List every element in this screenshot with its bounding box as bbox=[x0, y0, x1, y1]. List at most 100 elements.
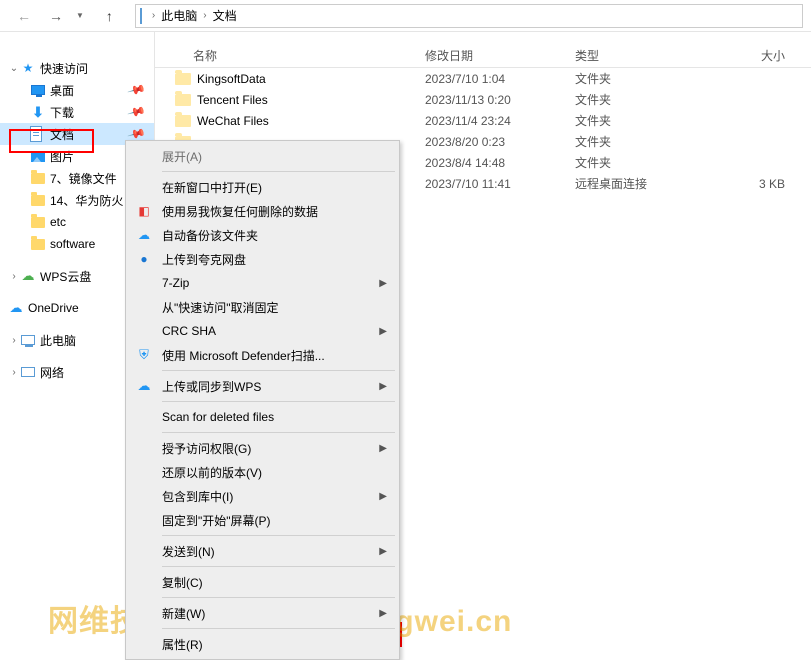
pin-icon: 📌 bbox=[127, 80, 147, 100]
file-row[interactable]: KingsoftData 2023/7/10 1:04文件夹 bbox=[155, 68, 811, 89]
sidebar-item-label: WPS云盘 bbox=[40, 268, 91, 285]
folder-icon bbox=[175, 94, 191, 106]
address-bar[interactable]: › 此电脑 › 文档 bbox=[135, 4, 803, 28]
file-type: 文件夹 bbox=[575, 70, 725, 87]
column-date[interactable]: 修改日期 bbox=[425, 47, 575, 64]
shield-icon: ⛨ bbox=[136, 347, 152, 363]
file-type: 文件夹 bbox=[575, 133, 725, 150]
wps-cloud-icon: ☁ bbox=[136, 378, 152, 394]
sidebar-item-label: 14、华为防火 bbox=[50, 192, 123, 209]
ctx-7zip[interactable]: 7-Zip ▶ bbox=[128, 271, 397, 295]
sidebar-desktop[interactable]: 桌面 📌 bbox=[0, 79, 154, 101]
ctx-auto-backup[interactable]: ☁ 自动备份该文件夹 bbox=[128, 223, 397, 247]
sidebar-item-label: 图片 bbox=[50, 148, 74, 165]
file-row[interactable]: Tencent Files 2023/11/13 0:20文件夹 bbox=[155, 89, 811, 110]
file-type: 文件夹 bbox=[575, 112, 725, 129]
expand-icon[interactable]: › bbox=[8, 335, 20, 346]
file-type: 文件夹 bbox=[575, 154, 725, 171]
separator bbox=[162, 401, 395, 402]
ctx-copy[interactable]: 复制(C) bbox=[128, 570, 397, 594]
quick-access-label: 快速访问 bbox=[40, 60, 88, 77]
separator bbox=[162, 370, 395, 371]
chevron-right-icon: ▶ bbox=[379, 278, 387, 289]
sidebar-item-label: 此电脑 bbox=[40, 332, 76, 349]
pictures-icon bbox=[30, 148, 46, 164]
ctx-easy-recovery[interactable]: ◧ 使用易我恢复任何删除的数据 bbox=[128, 199, 397, 223]
file-date: 2023/11/13 0:20 bbox=[425, 93, 575, 107]
collapse-icon[interactable]: ⌄ bbox=[8, 63, 20, 74]
network-icon bbox=[20, 364, 36, 380]
file-date: 2023/11/4 23:24 bbox=[425, 114, 575, 128]
quick-access[interactable]: ⌄ ★ 快速访问 bbox=[0, 57, 154, 79]
ctx-scan-deleted[interactable]: Scan for deleted files bbox=[128, 405, 397, 429]
ctx-pin-start[interactable]: 固定到"开始"屏幕(P) bbox=[128, 508, 397, 532]
ctx-open-new-window[interactable]: 在新窗口中打开(E) bbox=[128, 175, 397, 199]
ctx-upload-kuake[interactable]: ● 上传到夸克网盘 bbox=[128, 247, 397, 271]
file-date: 2023/7/10 11:41 bbox=[425, 177, 575, 191]
ctx-crc-sha[interactable]: CRC SHA ▶ bbox=[128, 319, 397, 343]
column-name[interactable]: 名称 bbox=[155, 47, 425, 64]
separator bbox=[162, 597, 395, 598]
file-name: KingsoftData bbox=[197, 72, 266, 86]
chevron-right-icon: ▶ bbox=[379, 608, 387, 619]
sidebar-item-label: software bbox=[50, 237, 95, 251]
ctx-restore-previous[interactable]: 还原以前的版本(V) bbox=[128, 460, 397, 484]
ctx-grant-access[interactable]: 授予访问权限(G) ▶ bbox=[128, 436, 397, 460]
chevron-right-icon: ▶ bbox=[379, 381, 387, 392]
ctx-properties[interactable]: 属性(R) bbox=[128, 632, 397, 656]
sidebar-item-label: 文档 bbox=[50, 126, 74, 143]
breadcrumb-current[interactable]: 文档 bbox=[213, 7, 237, 24]
up-icon[interactable]: ↑ bbox=[100, 8, 119, 24]
backup-icon: ☁ bbox=[136, 227, 152, 243]
file-name: Tencent Files bbox=[197, 93, 268, 107]
expand-icon[interactable]: › bbox=[8, 367, 20, 378]
forward-icon[interactable]: → bbox=[48, 8, 64, 24]
ctx-upload-wps[interactable]: ☁ 上传或同步到WPS ▶ bbox=[128, 374, 397, 398]
sidebar-downloads[interactable]: ⬇ 下载 📌 bbox=[0, 101, 154, 123]
file-date: 2023/8/4 14:48 bbox=[425, 156, 575, 170]
column-type[interactable]: 类型 bbox=[575, 47, 725, 64]
chevron-right-icon: ▶ bbox=[379, 443, 387, 454]
history-dropdown-icon[interactable]: ▼ bbox=[76, 11, 84, 20]
pc-icon bbox=[20, 332, 36, 348]
expand-icon[interactable]: › bbox=[8, 271, 20, 282]
separator bbox=[162, 566, 395, 567]
pin-icon: 📌 bbox=[127, 102, 147, 122]
sidebar-item-label: 网络 bbox=[40, 364, 64, 381]
ctx-new[interactable]: 新建(W) ▶ bbox=[128, 601, 397, 625]
sidebar-item-label: OneDrive bbox=[28, 301, 79, 315]
separator bbox=[162, 432, 395, 433]
file-date: 2023/7/10 1:04 bbox=[425, 72, 575, 86]
file-date: 2023/8/20 0:23 bbox=[425, 135, 575, 149]
ctx-include-library[interactable]: 包含到库中(I) ▶ bbox=[128, 484, 397, 508]
chevron-right-icon: › bbox=[197, 10, 212, 21]
nav-arrows: ← → ▼ ↑ bbox=[8, 8, 127, 24]
breadcrumb-root[interactable]: 此电脑 bbox=[161, 7, 197, 24]
back-icon[interactable]: ← bbox=[16, 8, 32, 24]
ctx-unpin-quick-access[interactable]: 从"快速访问"取消固定 bbox=[128, 295, 397, 319]
column-size[interactable]: 大小 bbox=[725, 47, 795, 64]
file-type: 文件夹 bbox=[575, 91, 725, 108]
folder-icon bbox=[30, 170, 46, 186]
kuake-icon: ● bbox=[136, 251, 152, 267]
column-headers: 名称 修改日期 类型 大小 bbox=[155, 32, 811, 68]
sidebar-item-label: 7、镜像文件 bbox=[50, 170, 117, 187]
cloud-icon: ☁ bbox=[20, 268, 36, 284]
desktop-icon bbox=[30, 82, 46, 98]
onedrive-icon: ☁ bbox=[8, 300, 24, 316]
file-row[interactable]: WeChat Files2023/11/4 23:24文件夹 bbox=[155, 110, 811, 131]
ctx-expand[interactable]: 展开(A) bbox=[128, 144, 397, 168]
titlebar: ← → ▼ ↑ › 此电脑 › 文档 bbox=[0, 0, 811, 32]
sidebar-item-label: 桌面 bbox=[50, 82, 74, 99]
separator bbox=[162, 535, 395, 536]
separator bbox=[162, 628, 395, 629]
star-icon: ★ bbox=[20, 60, 36, 76]
download-icon: ⬇ bbox=[30, 104, 46, 120]
recovery-icon: ◧ bbox=[136, 203, 152, 219]
context-menu: 展开(A) 在新窗口中打开(E) ◧ 使用易我恢复任何删除的数据 ☁ 自动备份该… bbox=[125, 140, 400, 660]
ctx-defender-scan[interactable]: ⛨ 使用 Microsoft Defender扫描... bbox=[128, 343, 397, 367]
ctx-send-to[interactable]: 发送到(N) ▶ bbox=[128, 539, 397, 563]
file-size: 3 KB bbox=[725, 177, 795, 191]
folder-icon bbox=[30, 192, 46, 208]
folder-icon bbox=[175, 115, 191, 127]
